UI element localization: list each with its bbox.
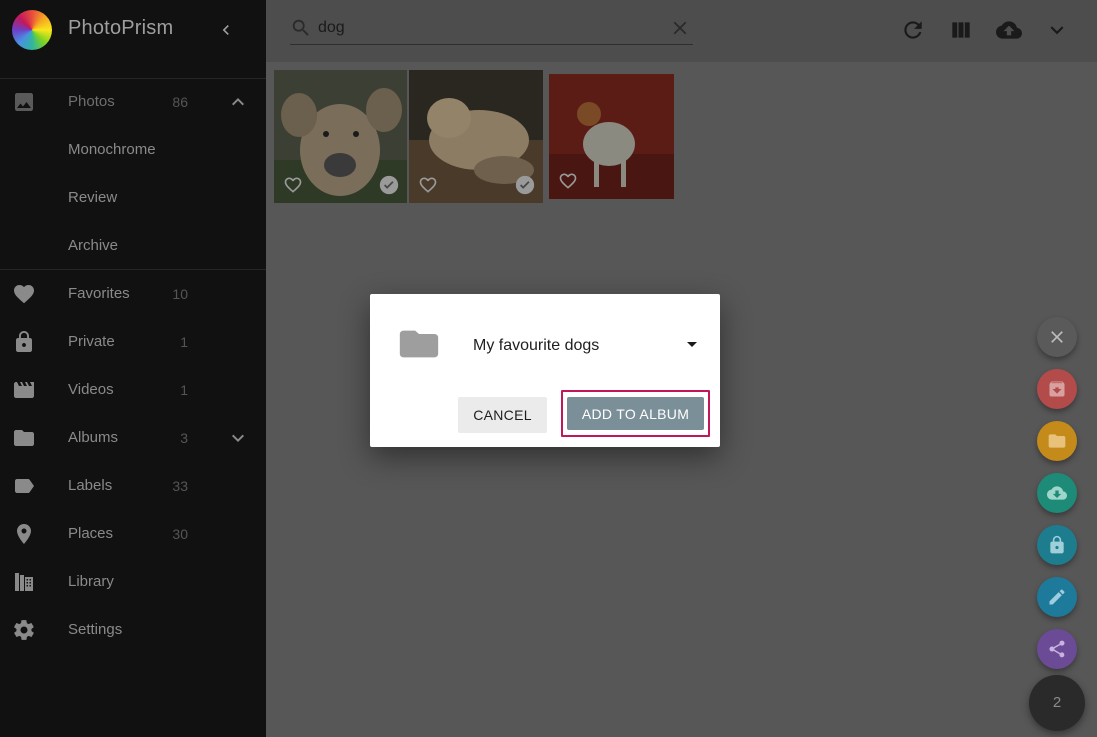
sidebar-item-library[interactable]: Library xyxy=(0,558,266,606)
place-icon xyxy=(12,522,36,546)
folder-icon xyxy=(12,426,36,450)
sidebar-item-label: Library xyxy=(68,573,114,590)
chevron-up-icon[interactable] xyxy=(226,90,250,114)
share-icon xyxy=(1049,640,1065,658)
navigation-sidebar: PhotoPrism Photos 86 Monochrome Review A… xyxy=(0,0,266,737)
edit-button[interactable] xyxy=(1037,577,1077,617)
gear-icon xyxy=(12,618,36,642)
sidebar-item-albums[interactable]: Albums 3 xyxy=(0,414,266,462)
sidebar-item-label: Monochrome xyxy=(68,141,156,158)
movie-icon xyxy=(12,378,36,402)
close-icon xyxy=(1051,331,1063,343)
sidebar-item-count: 30 xyxy=(172,526,188,542)
add-to-album-dialog: My favourite dogs CANCEL ADD TO ALBUM xyxy=(370,294,720,447)
share-button[interactable] xyxy=(1037,629,1077,669)
sidebar-item-count: 86 xyxy=(172,94,188,110)
highlight-frame: ADD TO ALBUM xyxy=(561,390,710,437)
lock-icon xyxy=(1050,535,1064,554)
chevron-down-icon[interactable] xyxy=(1044,17,1070,43)
lock-icon xyxy=(12,330,36,354)
add-to-album-fab[interactable] xyxy=(1037,421,1077,461)
sidebar-item-label: Private xyxy=(68,333,115,350)
sidebar-item-settings[interactable]: Settings xyxy=(0,606,266,654)
sidebar-item-count: 1 xyxy=(180,334,188,350)
sidebar-item-label: Review xyxy=(68,189,118,206)
photo-thumbnail[interactable] xyxy=(549,74,674,199)
sidebar-item-monochrome[interactable]: Monochrome xyxy=(0,126,266,174)
sidebar-item-label: Settings xyxy=(68,621,123,638)
label-icon xyxy=(12,474,36,498)
favorite-icon[interactable] xyxy=(282,175,304,195)
dropdown-caret-icon xyxy=(687,342,697,347)
pencil-icon xyxy=(1049,589,1065,605)
sidebar-item-places[interactable]: Places 30 xyxy=(0,510,266,558)
view-column-icon[interactable] xyxy=(948,17,974,43)
refresh-icon[interactable] xyxy=(900,17,926,43)
collapse-sidebar-icon[interactable] xyxy=(216,20,236,40)
archive-button[interactable] xyxy=(1037,369,1077,409)
search-input[interactable] xyxy=(318,16,658,40)
selection-count-button[interactable]: 2 xyxy=(1029,675,1085,731)
sidebar-item-label: Videos xyxy=(68,381,114,398)
photo-thumbnail[interactable] xyxy=(274,70,407,203)
sidebar-item-review[interactable]: Review xyxy=(0,174,266,222)
heart-icon xyxy=(12,282,36,306)
search-bar xyxy=(290,12,693,45)
sidebar-item-labels[interactable]: Labels 33 xyxy=(0,462,266,510)
sidebar-item-favorites[interactable]: Favorites 10 xyxy=(0,270,266,318)
sidebar-item-label: Labels xyxy=(68,477,113,494)
sidebar-item-count: 1 xyxy=(180,382,188,398)
sidebar-item-videos[interactable]: Videos 1 xyxy=(0,366,266,414)
cloud-upload-icon[interactable] xyxy=(996,17,1022,43)
folder-icon xyxy=(396,324,442,364)
album-select-value: My favourite dogs xyxy=(473,337,600,354)
download-button[interactable] xyxy=(1037,473,1077,513)
image-icon xyxy=(12,90,36,114)
selected-check-icon[interactable] xyxy=(378,174,400,196)
sidebar-item-count: 33 xyxy=(172,478,188,494)
sidebar-item-count: 3 xyxy=(180,430,188,446)
photoprism-logo[interactable] xyxy=(12,10,52,50)
sidebar-item-count: 10 xyxy=(172,286,188,302)
folder-icon xyxy=(1048,434,1066,448)
selected-check-icon[interactable] xyxy=(514,174,536,196)
make-private-button[interactable] xyxy=(1037,525,1077,565)
album-select[interactable]: My favourite dogs xyxy=(473,332,697,360)
sidebar-header: PhotoPrism xyxy=(0,0,266,62)
chevron-down-icon[interactable] xyxy=(226,426,250,450)
cloud-download-icon xyxy=(1047,486,1067,500)
cancel-button[interactable]: CANCEL xyxy=(458,397,547,433)
favorite-icon[interactable] xyxy=(557,171,579,191)
sidebar-item-archive[interactable]: Archive xyxy=(0,222,266,270)
favorite-icon[interactable] xyxy=(417,175,439,195)
sidebar-item-label: Albums xyxy=(68,429,119,446)
sidebar-item-label: Archive xyxy=(68,237,119,254)
add-to-album-button[interactable]: ADD TO ALBUM xyxy=(567,397,704,430)
photo-thumbnail[interactable] xyxy=(409,70,543,203)
top-toolbar xyxy=(266,0,1097,62)
clear-search-icon[interactable] xyxy=(669,17,691,39)
sidebar-item-private[interactable]: Private 1 xyxy=(0,318,266,366)
sidebar-item-photos[interactable]: Photos 86 xyxy=(0,78,266,126)
search-icon xyxy=(290,17,312,39)
archive-icon xyxy=(1049,381,1065,397)
sidebar-item-label: Favorites xyxy=(68,285,130,302)
sidebar-item-label: Places xyxy=(68,525,114,542)
app-title: PhotoPrism xyxy=(68,17,174,39)
library-icon xyxy=(12,570,36,594)
clear-selection-button[interactable] xyxy=(1037,317,1077,357)
sidebar-item-label: Photos xyxy=(68,93,115,110)
